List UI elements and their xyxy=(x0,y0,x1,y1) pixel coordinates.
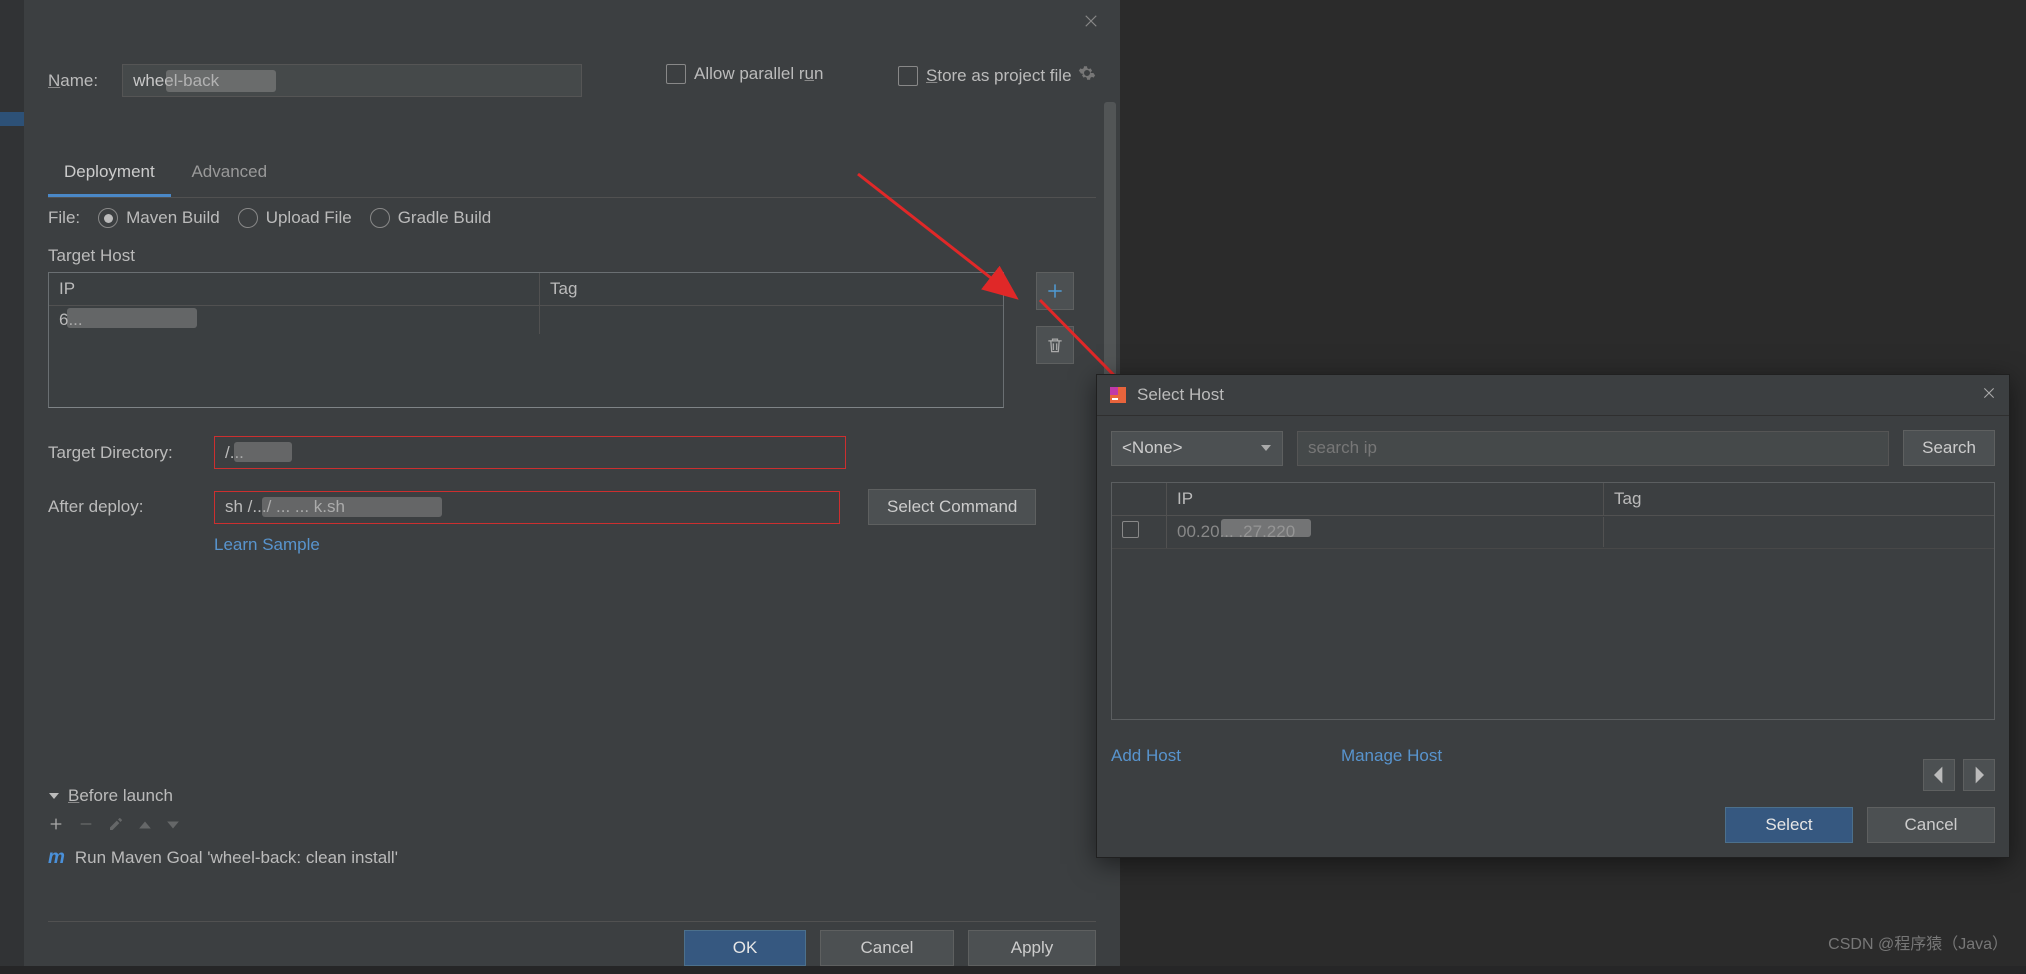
target-host-label: Target Host xyxy=(48,246,1096,266)
tab-advanced[interactable]: Advanced xyxy=(175,152,283,194)
host-result-table: IP Tag 00.20... .27.220 xyxy=(1111,482,1995,720)
apply-button[interactable]: Apply xyxy=(968,930,1096,966)
maven-icon: m xyxy=(48,847,65,869)
edit-icon[interactable] xyxy=(108,816,124,837)
store-as-project-file-checkbox[interactable] xyxy=(898,66,918,86)
minus-icon[interactable] xyxy=(78,816,94,837)
cancel-button[interactable]: Cancel xyxy=(820,930,954,966)
prev-page-button[interactable] xyxy=(1923,759,1955,791)
close-icon[interactable] xyxy=(1082,12,1104,34)
file-label: File: xyxy=(48,208,80,228)
before-launch-label: Before launch xyxy=(68,786,173,806)
table-row[interactable]: 6... xyxy=(49,306,1003,334)
host-col-tag: Tag xyxy=(540,273,1003,305)
host-row-ip: 6... xyxy=(49,306,540,334)
list-item[interactable]: m Run Maven Goal 'wheel-back: clean inst… xyxy=(48,847,1096,869)
col-tag: Tag xyxy=(1604,483,1994,515)
store-as-project-file-label: Store as project file xyxy=(926,66,1072,86)
ok-button[interactable]: OK xyxy=(684,930,806,966)
row-ip: 00.20... .27.220 xyxy=(1167,517,1604,547)
table-row[interactable]: 00.20... .27.220 xyxy=(1112,516,1994,549)
down-icon[interactable] xyxy=(166,817,180,837)
add-host-button[interactable] xyxy=(1036,272,1074,310)
target-directory-input[interactable] xyxy=(214,436,846,469)
radio-upload-file-label: Upload File xyxy=(266,208,352,228)
name-label: Name: xyxy=(48,71,98,91)
search-button[interactable]: Search xyxy=(1903,430,1995,466)
popup-title: Select Host xyxy=(1137,385,1224,405)
up-icon[interactable] xyxy=(138,817,152,837)
host-col-ip: IP xyxy=(49,273,540,305)
filter-select[interactable]: <None> xyxy=(1111,431,1283,466)
goal-text: Run Maven Goal 'wheel-back: clean instal… xyxy=(75,848,398,868)
manage-host-link[interactable]: Manage Host xyxy=(1341,746,1442,766)
remove-host-button[interactable] xyxy=(1036,326,1074,364)
target-host-table[interactable]: IP Tag 6... xyxy=(48,272,1004,408)
watermark: CSDN @程序猿（Java） xyxy=(1828,930,2008,954)
target-directory-label: Target Directory: xyxy=(48,443,196,463)
search-input[interactable]: search ip xyxy=(1297,431,1889,466)
before-launch-toolbar xyxy=(48,816,1096,837)
radio-maven-build[interactable] xyxy=(98,208,118,228)
plus-icon[interactable] xyxy=(48,816,64,837)
learn-sample-link[interactable]: Learn Sample xyxy=(214,535,1096,555)
close-icon[interactable] xyxy=(1981,385,1997,406)
cancel-button[interactable]: Cancel xyxy=(1867,807,1995,843)
allow-parallel-run-label: Allow parallel run xyxy=(694,64,823,84)
chevron-down-icon[interactable] xyxy=(48,790,60,802)
row-checkbox[interactable] xyxy=(1122,521,1139,538)
select-command-button[interactable]: Select Command xyxy=(868,489,1036,525)
radio-gradle-build[interactable] xyxy=(370,208,390,228)
next-page-button[interactable] xyxy=(1963,759,1995,791)
gear-icon[interactable] xyxy=(1078,64,1096,87)
tab-deployment[interactable]: Deployment xyxy=(48,152,171,197)
tabs: Deployment Advanced xyxy=(48,152,1096,198)
radio-maven-build-label: Maven Build xyxy=(126,208,220,228)
intellij-icon xyxy=(1109,386,1127,404)
select-button[interactable]: Select xyxy=(1725,807,1853,843)
run-config-dialog: Name: Allow parallel run Store as projec… xyxy=(24,0,1120,966)
radio-gradle-build-label: Gradle Build xyxy=(398,208,492,228)
col-ip: IP xyxy=(1167,483,1604,515)
select-host-popup: Select Host <None> search ip Search IP T… xyxy=(1096,374,2010,858)
allow-parallel-run-checkbox[interactable] xyxy=(666,64,686,84)
radio-upload-file[interactable] xyxy=(238,208,258,228)
add-host-link[interactable]: Add Host xyxy=(1111,746,1181,766)
after-deploy-label: After deploy: xyxy=(48,497,196,517)
